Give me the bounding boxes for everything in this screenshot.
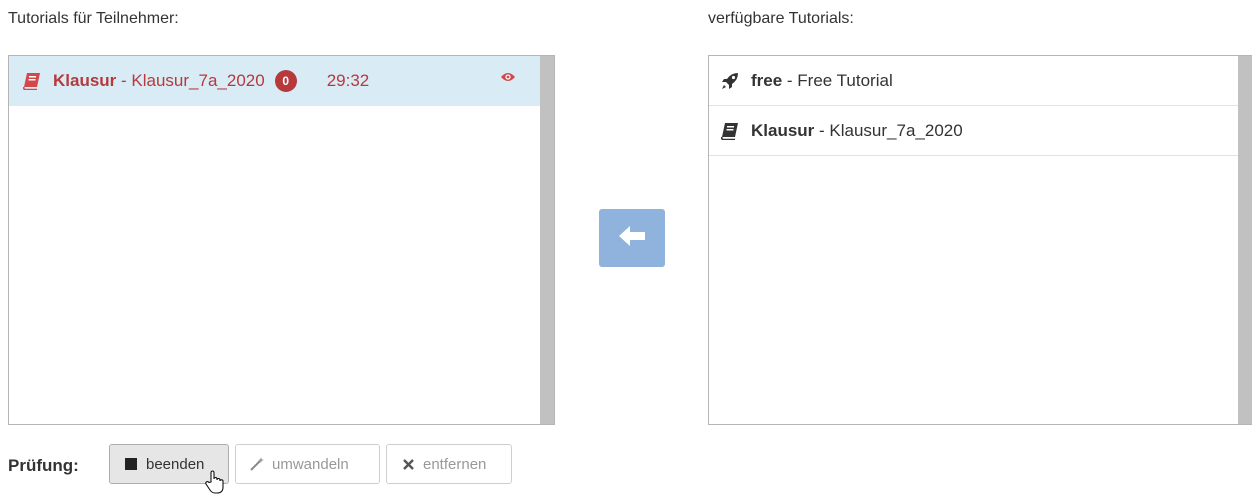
right-panel-heading: verfügbare Tutorials: bbox=[708, 10, 854, 27]
rocket-icon bbox=[719, 71, 741, 91]
tutorial-separator: - bbox=[814, 120, 830, 140]
book-icon bbox=[719, 121, 741, 141]
left-panel-heading: Tutorials für Teilnehmer: bbox=[8, 10, 179, 27]
remaining-time: 29:32 bbox=[326, 71, 370, 90]
tutorial-separator: - bbox=[116, 71, 132, 90]
tutorial-detail: Klausur_7a_2020 bbox=[131, 71, 265, 90]
tutorial-name: Klausur bbox=[53, 71, 117, 90]
end-button-label: beenden bbox=[146, 455, 205, 473]
list-item[interactable]: free - Free Tutorial bbox=[709, 56, 1240, 106]
exam-label: Prüfung: bbox=[8, 456, 79, 475]
eye-icon[interactable] bbox=[500, 68, 516, 88]
tutorial-separator: - bbox=[782, 70, 798, 90]
move-left-button[interactable] bbox=[599, 209, 665, 267]
list-item[interactable]: Klausur - Klausur_7a_2020 0 29:32 bbox=[9, 56, 542, 106]
stop-icon bbox=[124, 457, 138, 471]
tutorial-name: free bbox=[751, 70, 783, 90]
tutorial-name: Klausur bbox=[751, 120, 815, 140]
participant-tutorials-list[interactable]: Klausur - Klausur_7a_2020 0 29:32 bbox=[8, 55, 555, 425]
count-badge: 0 bbox=[274, 70, 297, 92]
tutorial-detail: Free Tutorial bbox=[797, 70, 893, 90]
times-icon bbox=[401, 457, 415, 471]
list-item[interactable]: Klausur - Klausur_7a_2020 bbox=[709, 106, 1240, 156]
convert-button-label: umwandeln bbox=[272, 455, 349, 473]
remove-button-label: entfernen bbox=[423, 455, 487, 473]
convert-button[interactable]: umwandeln bbox=[235, 444, 380, 484]
remove-button[interactable]: entfernen bbox=[386, 444, 512, 484]
magic-wand-icon bbox=[250, 457, 264, 471]
scrollbar[interactable] bbox=[540, 56, 554, 424]
scrollbar[interactable] bbox=[1238, 56, 1252, 424]
book-icon bbox=[21, 71, 43, 91]
tutorial-detail: Klausur_7a_2020 bbox=[829, 120, 963, 140]
arrow-left-icon bbox=[617, 224, 647, 253]
available-tutorials-list[interactable]: free - Free Tutorial Klausur - Klausur_7… bbox=[708, 55, 1252, 425]
